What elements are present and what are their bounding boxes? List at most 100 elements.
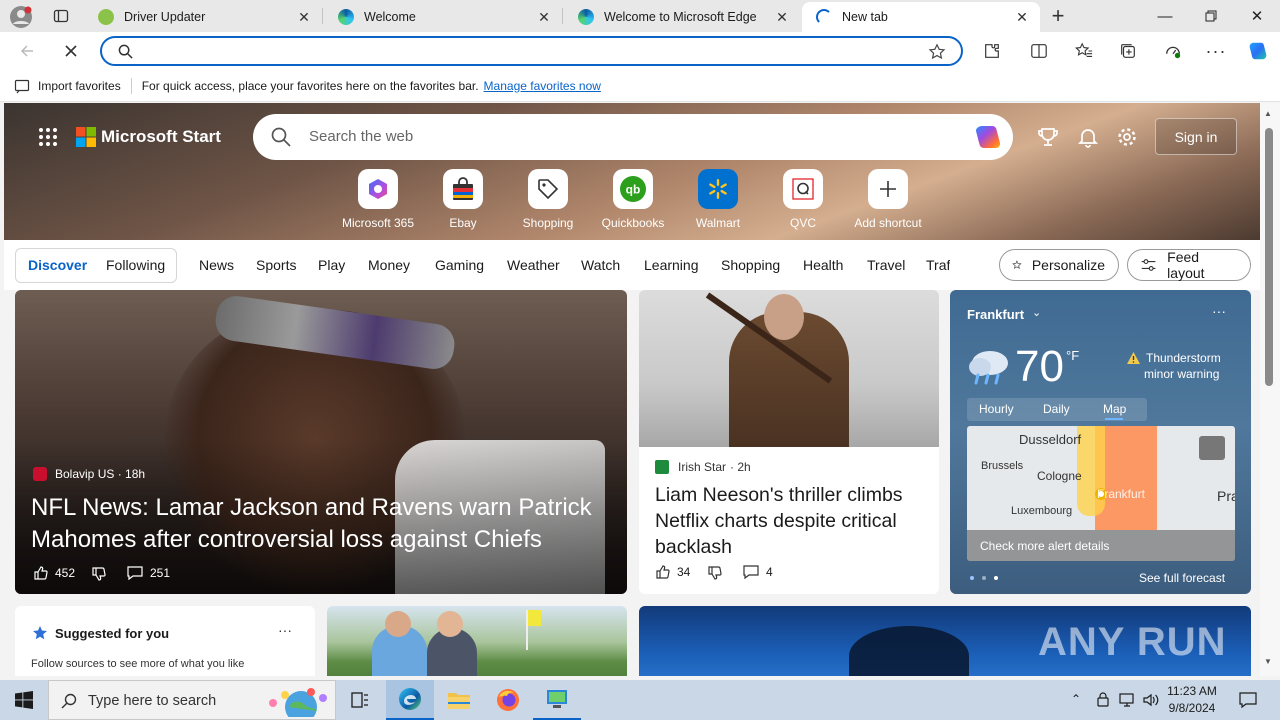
taskbar-file-explorer-button[interactable] (435, 680, 483, 720)
nav-news[interactable]: News (199, 257, 234, 273)
back-button[interactable] (12, 37, 42, 65)
alert-title[interactable]: Thunderstorm (1146, 351, 1221, 365)
taskbar-firefox-button[interactable] (484, 680, 532, 720)
more-options-icon[interactable]: ··· (1212, 303, 1226, 319)
taskbar-clock[interactable]: 11:23 AM 9/8/2024 (1162, 683, 1222, 717)
settings-gear-icon[interactable] (1116, 126, 1138, 148)
nav-play[interactable]: Play (318, 257, 345, 273)
profile-avatar[interactable] (8, 4, 34, 30)
taskbar-app-button[interactable] (533, 680, 581, 720)
secondary-news-card[interactable]: Irish Star · 2h Liam Neeson's thriller c… (639, 290, 939, 594)
article-title[interactable]: Liam Neeson's thriller climbs Netflix ch… (655, 482, 925, 560)
copilot-icon[interactable] (1243, 37, 1273, 65)
network-tray-icon[interactable] (1118, 692, 1136, 708)
taskbar-search-box[interactable]: Type here to search (48, 680, 336, 720)
carousel-dot[interactable] (994, 576, 998, 580)
address-bar[interactable] (100, 36, 963, 66)
shortcut-qvc[interactable]: QVC (763, 169, 843, 230)
extensions-icon[interactable] (977, 37, 1007, 65)
weather-city[interactable]: Frankfurt (967, 307, 1024, 322)
tab-welcome-edge[interactable]: Welcome to Microsoft Edge ✕ (564, 1, 800, 32)
taskbar-edge-button[interactable] (386, 680, 434, 720)
dislike-button[interactable] (91, 566, 107, 585)
security-tray-icon[interactable] (1095, 692, 1111, 708)
shortcut-microsoft-365[interactable]: Microsoft 365 (338, 169, 418, 230)
task-view-button[interactable] (336, 680, 384, 720)
comments-button[interactable]: 251 (126, 565, 170, 581)
weather-map[interactable]: Dusseldorf Brussels Cologne Frankfurt Lu… (967, 426, 1235, 561)
weather-card[interactable]: Frankfurt ⌄ ··· 70 °F Thunderstorm minor… (950, 290, 1251, 594)
minimize-button[interactable]: — (1142, 0, 1188, 32)
shortcut-walmart[interactable]: Walmart (678, 169, 758, 230)
show-hidden-icons-button[interactable]: ⌃ (1071, 692, 1081, 706)
close-icon[interactable]: ✕ (296, 9, 312, 25)
nav-watch[interactable]: Watch (581, 257, 620, 273)
tab-discover[interactable]: Discover (28, 257, 87, 273)
nav-sports[interactable]: Sports (256, 257, 296, 273)
chevron-down-icon[interactable]: ⌄ (1032, 306, 1041, 319)
page-scrollbar[interactable]: ▲ ▼ (1260, 103, 1280, 676)
close-icon[interactable]: ✕ (1014, 9, 1030, 25)
brand-title[interactable]: Microsoft Start (101, 127, 221, 147)
nav-travel[interactable]: Travel (867, 257, 905, 273)
nav-health[interactable]: Health (803, 257, 843, 273)
tab-driver-updater[interactable]: Driver Updater ✕ (84, 1, 322, 32)
restore-button[interactable] (1188, 0, 1234, 32)
performance-icon[interactable] (1158, 37, 1188, 65)
close-icon[interactable]: ✕ (536, 9, 552, 25)
main-news-card[interactable]: Bolavip US · 18h NFL News: Lamar Jackson… (15, 290, 627, 594)
golf-news-card[interactable] (327, 606, 627, 676)
tab-map[interactable]: Map (1103, 402, 1126, 416)
tab-welcome[interactable]: Welcome ✕ (324, 1, 562, 32)
tab-hourly[interactable]: Hourly (979, 402, 1014, 416)
see-full-forecast-link[interactable]: See full forecast (1139, 571, 1225, 585)
favorites-icon[interactable] (1069, 37, 1099, 65)
shortcut-quickbooks[interactable]: qb Quickbooks (593, 169, 673, 230)
like-button[interactable]: 452 (33, 565, 75, 581)
nav-money[interactable]: Money (368, 257, 410, 273)
nav-learning[interactable]: Learning (644, 257, 699, 273)
carousel-dot[interactable] (982, 576, 986, 580)
personalize-button[interactable]: Personalize (999, 249, 1119, 281)
map-expand-icon[interactable] (1199, 436, 1225, 460)
add-shortcut-button[interactable]: Add shortcut (848, 169, 928, 230)
rewards-icon[interactable] (1037, 126, 1059, 148)
start-button[interactable] (0, 680, 48, 720)
split-screen-icon[interactable] (1024, 37, 1054, 65)
new-tab-button[interactable]: + (1046, 5, 1070, 27)
collections-icon[interactable] (1113, 37, 1143, 65)
import-favorites-button[interactable]: Import favorites (38, 79, 121, 93)
scroll-up-arrow-icon[interactable]: ▲ (1264, 109, 1272, 118)
nav-shopping[interactable]: Shopping (721, 257, 780, 273)
tab-new-tab[interactable]: New tab ✕ (802, 2, 1040, 32)
more-options-icon[interactable]: ··· (278, 622, 292, 638)
notification-center-icon[interactable] (1238, 691, 1258, 709)
nav-gaming[interactable]: Gaming (435, 257, 484, 273)
manage-favorites-link[interactable]: Manage favorites now (484, 79, 601, 93)
close-icon[interactable]: ✕ (774, 9, 790, 25)
stop-loading-button[interactable] (56, 37, 86, 65)
nav-traffic[interactable]: Traf (926, 257, 950, 273)
carousel-dot[interactable] (970, 576, 974, 580)
apps-launcher-icon[interactable] (38, 127, 58, 147)
more-options-icon[interactable]: ··· (1201, 37, 1231, 65)
scroll-down-arrow-icon[interactable]: ▼ (1264, 657, 1272, 666)
close-window-button[interactable]: ✕ (1234, 0, 1280, 32)
alert-details-link[interactable]: Check more alert details (980, 539, 1109, 553)
copilot-icon[interactable] (973, 122, 1003, 152)
sign-in-button[interactable]: Sign in (1155, 118, 1237, 155)
feed-layout-button[interactable]: Feed layout (1127, 249, 1251, 281)
shortcut-shopping[interactable]: Shopping (508, 169, 588, 230)
scrollbar-thumb[interactable] (1265, 128, 1273, 386)
nav-weather[interactable]: Weather (507, 257, 560, 273)
alert-subtitle[interactable]: minor warning (1144, 367, 1219, 381)
web-search-box[interactable]: Search the web (253, 114, 1013, 160)
tab-following[interactable]: Following (106, 257, 165, 273)
like-button[interactable]: 34 (655, 564, 690, 580)
tab-daily[interactable]: Daily (1043, 402, 1070, 416)
favorite-star-icon[interactable] (928, 43, 946, 61)
volume-tray-icon[interactable] (1142, 692, 1160, 708)
article-title[interactable]: NFL News: Lamar Jackson and Ravens warn … (31, 492, 611, 556)
comments-button[interactable]: 4 (742, 564, 773, 580)
tab-actions-icon[interactable] (50, 6, 72, 26)
